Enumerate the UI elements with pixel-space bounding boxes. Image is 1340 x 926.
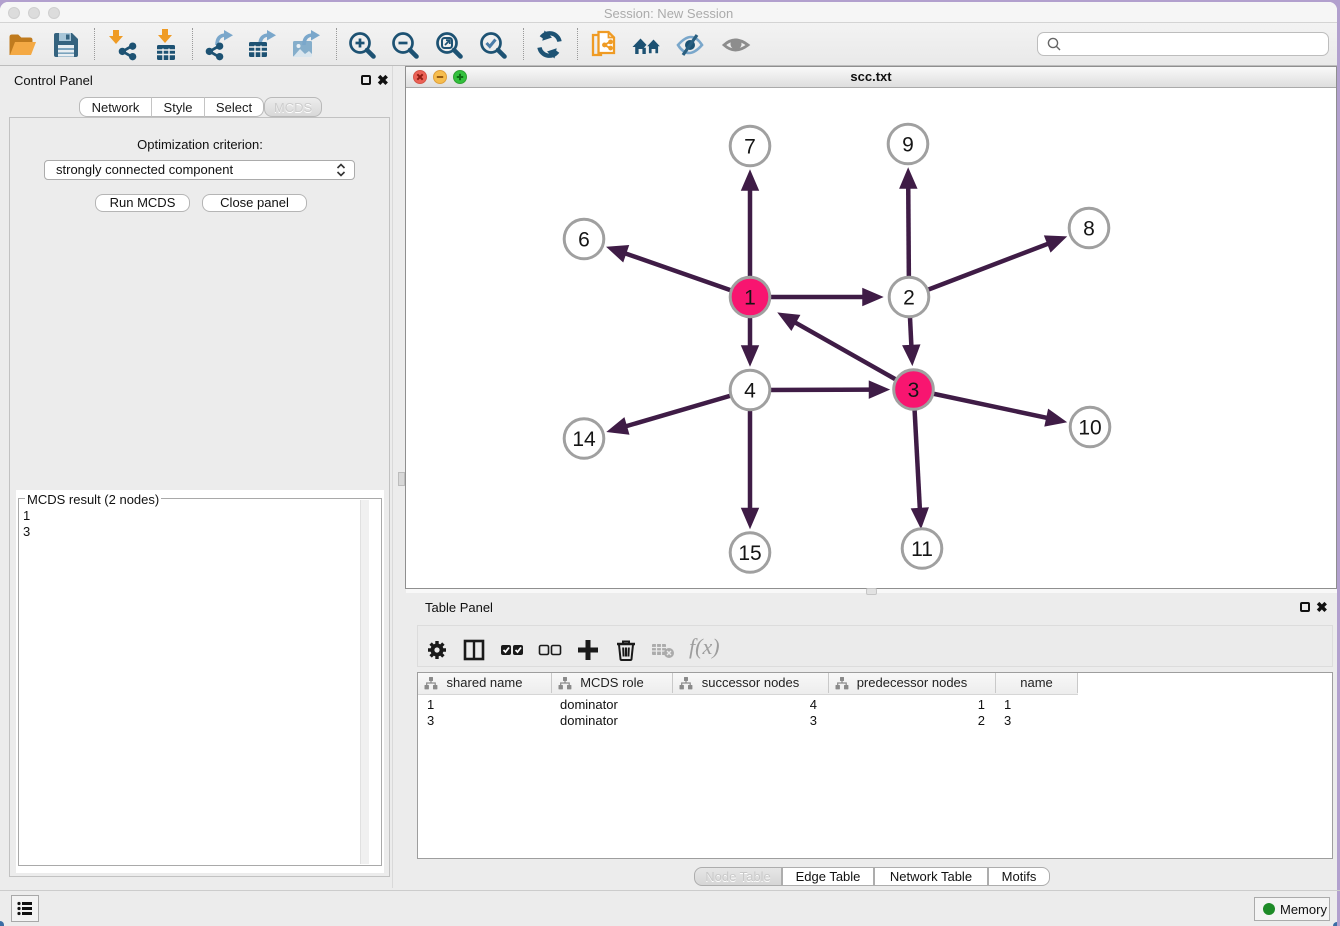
svg-text:9: 9 — [902, 133, 914, 156]
svg-text:3: 3 — [908, 379, 920, 402]
svg-text:11: 11 — [911, 538, 933, 561]
svg-text:7: 7 — [744, 135, 756, 158]
svg-text:4: 4 — [744, 379, 756, 402]
svg-text:14: 14 — [572, 428, 596, 451]
svg-text:2: 2 — [903, 286, 915, 309]
svg-text:8: 8 — [1083, 217, 1095, 240]
svg-text:6: 6 — [578, 228, 590, 251]
svg-text:15: 15 — [738, 542, 761, 565]
svg-text:1: 1 — [744, 286, 756, 309]
svg-text:10: 10 — [1078, 416, 1101, 439]
